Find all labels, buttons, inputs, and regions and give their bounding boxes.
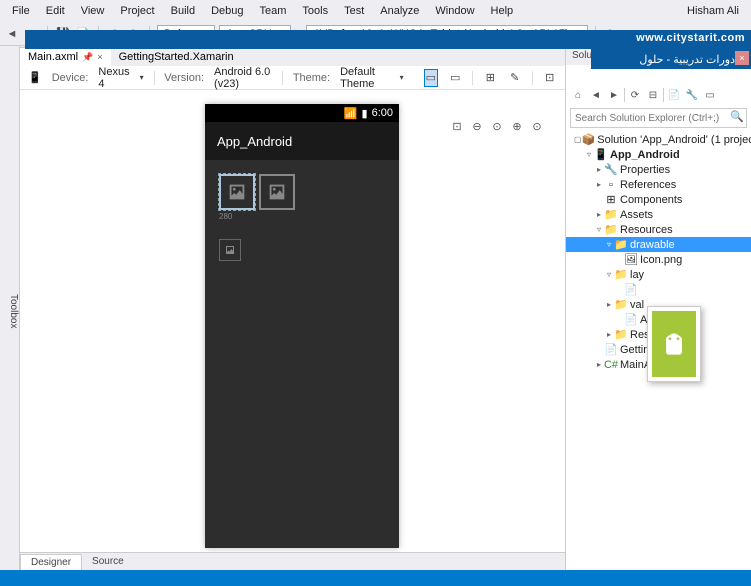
zoom-100-icon[interactable]: ⊙ bbox=[529, 118, 545, 134]
tree-properties[interactable]: ▸🔧Properties bbox=[566, 162, 751, 177]
clock: 6:00 bbox=[372, 107, 393, 119]
se-toolbar: ⌂ ◄ ► ⟳ ⊟ 📄 🔧 ▭ bbox=[566, 84, 751, 106]
close-tab-icon[interactable]: × bbox=[97, 52, 102, 62]
menu-team[interactable]: Team bbox=[252, 2, 295, 20]
toolbox-strip[interactable]: Toolbox bbox=[0, 46, 20, 570]
phone-preview: 📶 ▮ 6:00 App_Android 280 bbox=[205, 104, 399, 548]
tree-project[interactable]: ▿📱App_Android bbox=[566, 147, 751, 162]
brand-arabic-banner: دورات تدريبية - حلول × bbox=[591, 49, 751, 69]
version-label: Version: bbox=[164, 72, 204, 84]
properties-icon[interactable]: 🔧 bbox=[684, 87, 700, 103]
menu-help[interactable]: Help bbox=[483, 2, 522, 20]
zoom-in-icon[interactable]: ⊕ bbox=[509, 118, 525, 134]
version-value[interactable]: Android 6.0 (v23) bbox=[214, 66, 272, 90]
menu-build[interactable]: Build bbox=[163, 2, 203, 20]
user-name[interactable]: Hisham Ali bbox=[687, 5, 747, 17]
sel-label: 280 bbox=[219, 212, 255, 221]
app-title-bar: App_Android bbox=[205, 122, 399, 160]
refresh-icon[interactable]: ⟳ bbox=[627, 87, 643, 103]
menu-analyze[interactable]: Analyze bbox=[372, 2, 427, 20]
tab-label: Main.axml bbox=[28, 51, 78, 63]
source-tab[interactable]: Source bbox=[82, 554, 134, 569]
tree-solution[interactable]: ▢📦Solution 'App_Android' (1 project) bbox=[566, 132, 751, 147]
search-input[interactable] bbox=[570, 108, 747, 128]
tool-1[interactable]: ⊞ bbox=[483, 69, 497, 87]
device-label: Device: bbox=[52, 72, 89, 84]
image-placeholder-icon bbox=[226, 181, 248, 203]
editor-panel: Main.axml 📌 × GettingStarted.Xamarin 📱 D… bbox=[20, 46, 565, 570]
home-icon[interactable]: ⌂ bbox=[570, 87, 586, 103]
design-surface[interactable]: ⊡ ⊖ ⊙ ⊕ ⊙ 📶 ▮ 6:00 App_Android bbox=[20, 90, 565, 552]
layout-mode-1[interactable]: ▭ bbox=[424, 69, 438, 87]
image-placeholder-icon bbox=[224, 244, 236, 256]
zoom-reset-icon[interactable]: ⊙ bbox=[489, 118, 505, 134]
tree-components[interactable]: ⊞Components bbox=[566, 192, 751, 207]
battery-icon: ▮ bbox=[362, 107, 368, 120]
image-view-small[interactable] bbox=[219, 239, 241, 261]
tree-layout[interactable]: ▿📁lay bbox=[566, 267, 751, 282]
close-icon[interactable]: × bbox=[735, 51, 749, 65]
menu-view[interactable]: View bbox=[73, 2, 113, 20]
brand-url: www.citystarit.com bbox=[636, 32, 745, 44]
se-search: 🔍 bbox=[570, 108, 747, 128]
menu-project[interactable]: Project bbox=[112, 2, 162, 20]
menu-window[interactable]: Window bbox=[427, 2, 482, 20]
tab-label: GettingStarted.Xamarin bbox=[119, 51, 234, 63]
tab-getting-started[interactable]: GettingStarted.Xamarin bbox=[111, 47, 242, 66]
device-value[interactable]: Nexus 4 bbox=[98, 66, 129, 90]
tree-icon-png[interactable]: 🖼Icon.png bbox=[566, 252, 751, 267]
designer-toolbar: 📱 Device: Nexus 4 ▾ Version: Android 6.0… bbox=[20, 66, 565, 90]
brand-url-banner: www.citystarit.com bbox=[25, 30, 751, 49]
bottom-tabs: Designer Source bbox=[20, 552, 565, 570]
menu-tools[interactable]: Tools bbox=[294, 2, 336, 20]
brand-arabic: دورات تدريبية - حلول bbox=[639, 53, 735, 66]
app-body[interactable]: 280 bbox=[205, 160, 399, 275]
search-icon[interactable]: 🔍 bbox=[730, 110, 744, 123]
status-footer bbox=[0, 570, 751, 586]
menu-debug[interactable]: Debug bbox=[203, 2, 251, 20]
status-bar: 📶 ▮ 6:00 bbox=[205, 104, 399, 122]
tree-resources[interactable]: ▿📁Resources bbox=[566, 222, 751, 237]
menu-bar: File Edit View Project Build Debug Team … bbox=[0, 0, 751, 22]
drag-preview bbox=[647, 306, 701, 382]
designer-tab[interactable]: Designer bbox=[20, 554, 82, 570]
tree-assets[interactable]: ▸📁Assets bbox=[566, 207, 751, 222]
tool-2[interactable]: ✎ bbox=[508, 69, 522, 87]
solution-explorer: Solution Explorer ⌂ ◄ ► ⟳ ⊟ 📄 🔧 ▭ 🔍 ▢📦So… bbox=[565, 46, 751, 570]
show-all-icon[interactable]: 📄 bbox=[666, 87, 682, 103]
image-view-2[interactable] bbox=[259, 174, 295, 210]
menu-edit[interactable]: Edit bbox=[38, 2, 73, 20]
collapse-icon[interactable]: ⊟ bbox=[645, 87, 661, 103]
device-icon: 📱 bbox=[28, 71, 42, 84]
tree-layout-file[interactable]: 📄 bbox=[566, 282, 751, 297]
fit-icon[interactable]: ⊡ bbox=[449, 118, 465, 134]
nav-fwd-icon[interactable]: ► bbox=[606, 87, 622, 103]
zoom-controls: ⊡ ⊖ ⊙ ⊕ ⊙ bbox=[449, 118, 545, 134]
theme-label: Theme: bbox=[293, 72, 330, 84]
tab-main-axml[interactable]: Main.axml 📌 × bbox=[20, 47, 111, 66]
menu-file[interactable]: File bbox=[4, 2, 38, 20]
theme-value[interactable]: Default Theme bbox=[340, 66, 390, 90]
document-tabs: Main.axml 📌 × GettingStarted.Xamarin bbox=[20, 46, 565, 66]
image-view-1[interactable] bbox=[219, 174, 255, 210]
nav-back-icon[interactable]: ◄ bbox=[588, 87, 604, 103]
image-placeholder-icon bbox=[266, 181, 288, 203]
menu-test[interactable]: Test bbox=[336, 2, 372, 20]
tree-references[interactable]: ▸▫References bbox=[566, 177, 751, 192]
layout-mode-2[interactable]: ▭ bbox=[448, 69, 462, 87]
signal-icon: 📶 bbox=[344, 107, 358, 120]
preview-icon[interactable]: ▭ bbox=[702, 87, 718, 103]
pin-icon[interactable]: 📌 bbox=[82, 52, 93, 63]
back-icon[interactable]: ◄ bbox=[4, 26, 20, 42]
android-icon bbox=[652, 311, 696, 377]
tool-3[interactable]: ⊡ bbox=[543, 69, 557, 87]
tree-drawable[interactable]: ▿📁drawable bbox=[566, 237, 751, 252]
zoom-out-icon[interactable]: ⊖ bbox=[469, 118, 485, 134]
